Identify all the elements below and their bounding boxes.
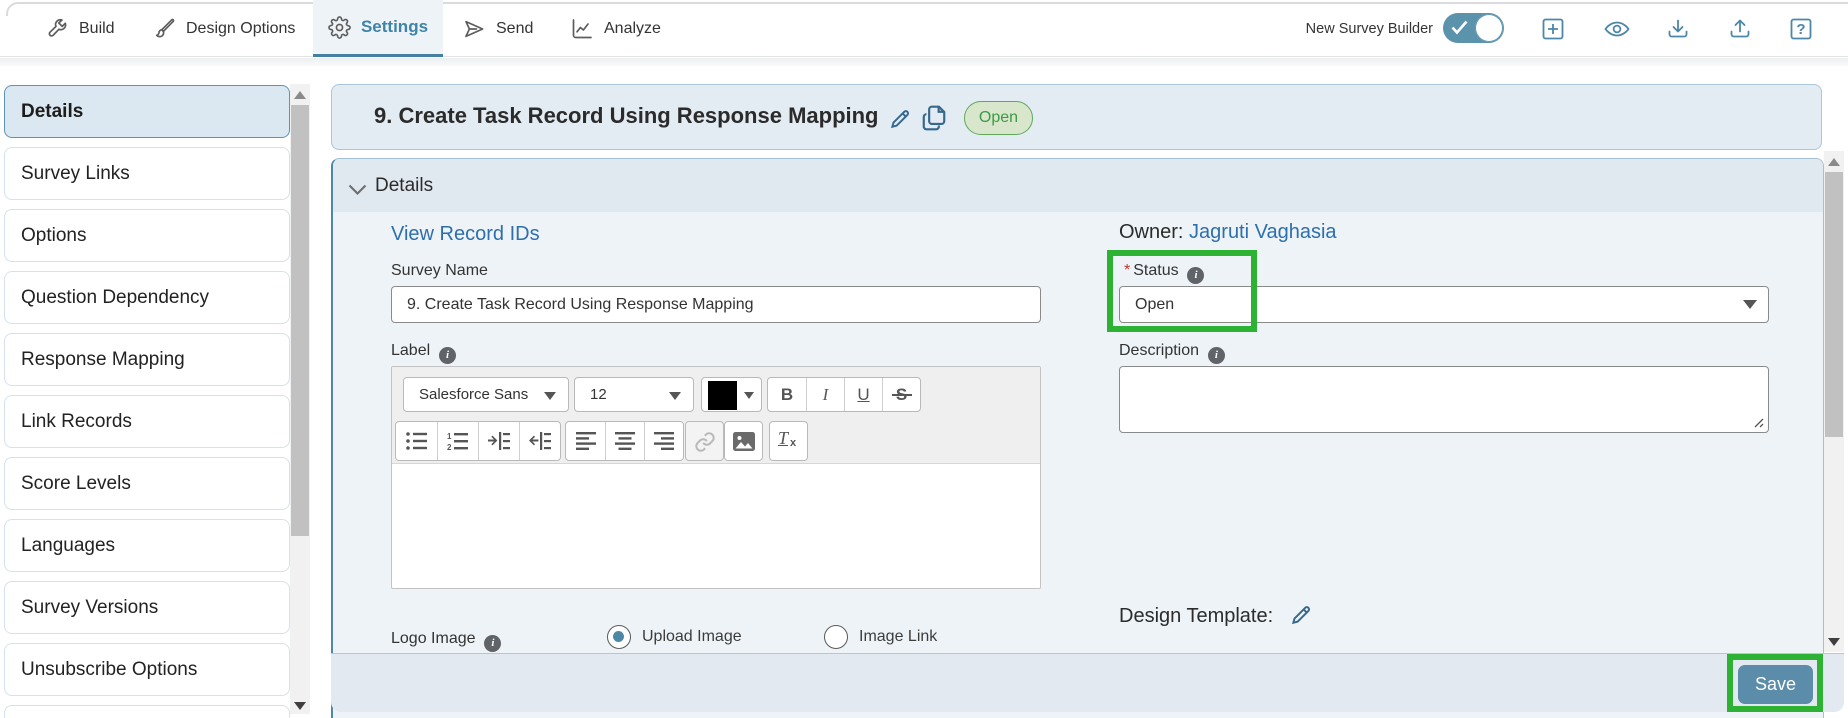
svg-text:2: 2 [447,443,452,451]
svg-text:1: 1 [447,432,452,441]
